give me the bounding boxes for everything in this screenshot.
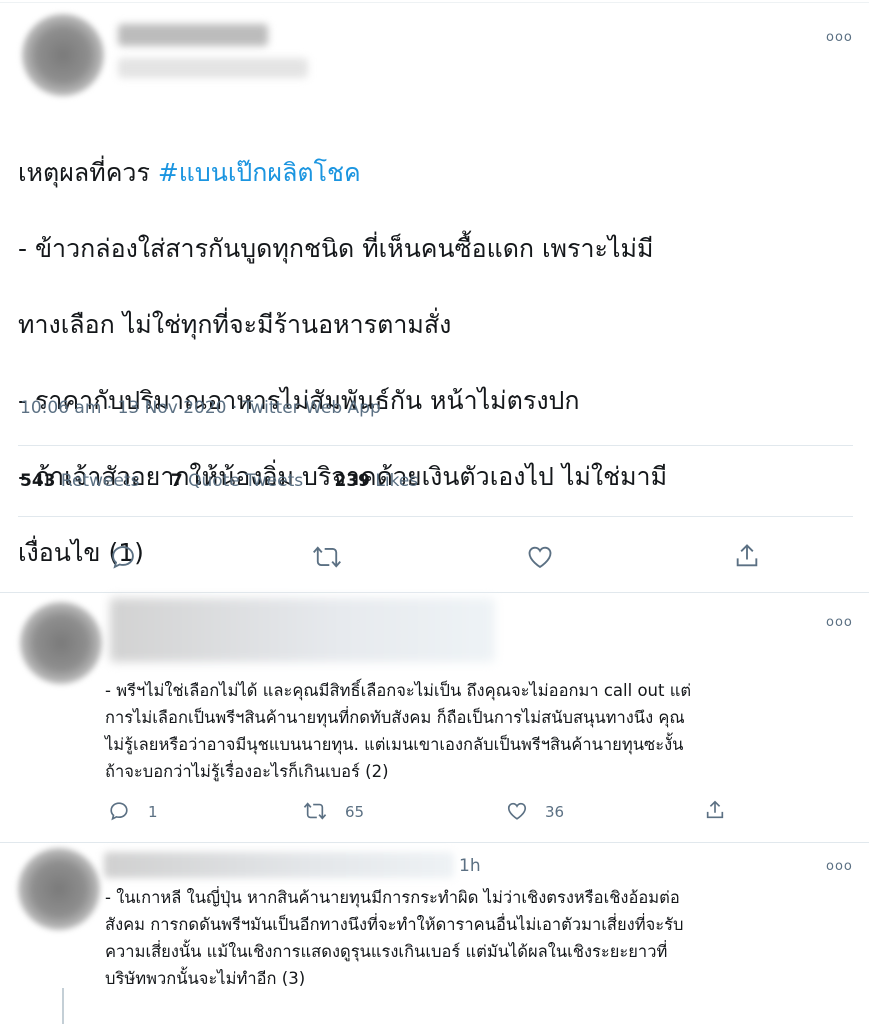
author-name-redacted[interactable] bbox=[118, 24, 268, 46]
tweet-line-1: เหตุผลที่ควร #แบนเป๊กผลิตโชค bbox=[18, 158, 361, 187]
reply-1-line-1: - พรีฯไม่ใช่เลือกไม่ได้ และคุณมีสิทธิ์เล… bbox=[105, 681, 692, 700]
reply-1-author-redacted[interactable] bbox=[110, 598, 495, 662]
reply-1-avatar[interactable] bbox=[20, 602, 102, 684]
retweet-icon bbox=[313, 546, 341, 568]
tweet-line-3: ทางเลือก ไม่ใช่ทุกที่จะมีร้านอหารตามสั่ง bbox=[18, 310, 452, 339]
reply-icon bbox=[112, 546, 134, 569]
thread-connector bbox=[62, 988, 64, 1024]
reply-2-time[interactable]: 1h bbox=[459, 856, 481, 876]
retweets-stat[interactable]: 543 Retweets bbox=[20, 471, 139, 491]
quote-tweets-stat[interactable]: 7 Quote Tweets bbox=[171, 471, 303, 491]
like-button[interactable] bbox=[525, 543, 555, 571]
tweet-text: เหตุผลที่ควร #แบนเป๊กผลิตโชค - ข้าวกล่อง… bbox=[18, 116, 853, 610]
reply-button[interactable] bbox=[109, 543, 137, 571]
reply-1-share-button[interactable] bbox=[704, 799, 726, 821]
reply-divider bbox=[0, 842, 869, 843]
top-divider bbox=[0, 2, 869, 3]
reply-2-author-redacted[interactable] bbox=[104, 852, 454, 878]
reply-2-line-4: บริษัทพวกนั้นจะไม่ทำอีก (3) bbox=[105, 969, 306, 988]
reply-1-line-2: การไม่เลือกเป็นพรีฯสินค้านายทุนที่กดทับส… bbox=[105, 708, 685, 727]
author-handle-redacted[interactable] bbox=[118, 58, 308, 78]
reply-icon bbox=[110, 802, 128, 821]
reply-2-line-3: ความเสี่ยงนั้น แม้ในเชิงการแสดงดูรุนแรงเ… bbox=[105, 942, 668, 961]
reply-1-line-4: ถ้าจะบอกว่าไม่รู้เรื่องอะไรก็เกินเบอร์ (… bbox=[105, 762, 389, 781]
reply-1-like-button[interactable] bbox=[505, 800, 529, 822]
retweet-button[interactable] bbox=[312, 543, 342, 571]
replies-divider bbox=[0, 592, 869, 593]
tweet-line-2: - ข้าวกล่องใส่สารกันบูดทุกชนิด ที่เห็นคน… bbox=[18, 234, 654, 263]
tweet-stats: 543 Retweets 7 Quote Tweets 239 Likes bbox=[20, 471, 444, 491]
reply-2-text: - ในเกาหลี ในญี่ปุ่น หากสินค้านายทุนมีกา… bbox=[105, 884, 683, 992]
share-icon bbox=[736, 544, 758, 567]
reply-1-retweet-count: 65 bbox=[345, 803, 365, 821]
likes-stat[interactable]: 239 Likes bbox=[335, 471, 419, 491]
reply-1-like-count: 36 bbox=[545, 803, 565, 821]
reply-2-avatar[interactable] bbox=[18, 848, 100, 930]
stats-bottom-divider bbox=[18, 516, 853, 517]
stats-top-divider bbox=[18, 445, 853, 446]
reply-1-line-3: ไม่รู้เลยหรือว่าอาจมีนุชแบนนายทุน. แต่เม… bbox=[105, 735, 684, 754]
more-options-icon[interactable]: ooo bbox=[826, 31, 853, 45]
share-icon bbox=[706, 800, 724, 819]
reply-1-more-icon[interactable]: ooo bbox=[826, 616, 853, 630]
reply-1-reply-button[interactable] bbox=[108, 800, 130, 822]
reply-2-line-2: สังคม การกดดันพรีฯมันเป็นอีกทางนึงที่จะท… bbox=[105, 915, 684, 934]
author-avatar[interactable] bbox=[22, 14, 104, 96]
reply-1-retweet-button[interactable] bbox=[303, 800, 327, 822]
reply-2-more-icon[interactable]: ooo bbox=[826, 860, 853, 874]
heart-icon bbox=[507, 802, 527, 820]
reply-2-line-1: - ในเกาหลี ในญี่ปุ่น หากสินค้านายทุนมีกา… bbox=[105, 888, 680, 907]
retweet-icon bbox=[303, 802, 327, 820]
tweet-line-6: เงื่อนไข (1) bbox=[18, 538, 144, 567]
hashtag-link[interactable]: #แบนเป๊กผลิตโชค bbox=[158, 158, 361, 187]
heart-icon bbox=[528, 546, 552, 569]
tweet-timestamp[interactable]: 10:06 am · 13 Nov 2020 · Twitter Web App bbox=[20, 398, 381, 418]
reply-1-reply-count: 1 bbox=[148, 803, 158, 821]
share-button[interactable] bbox=[733, 542, 761, 570]
reply-1-text: - พรีฯไม่ใช่เลือกไม่ได้ และคุณมีสิทธิ์เล… bbox=[105, 677, 691, 785]
